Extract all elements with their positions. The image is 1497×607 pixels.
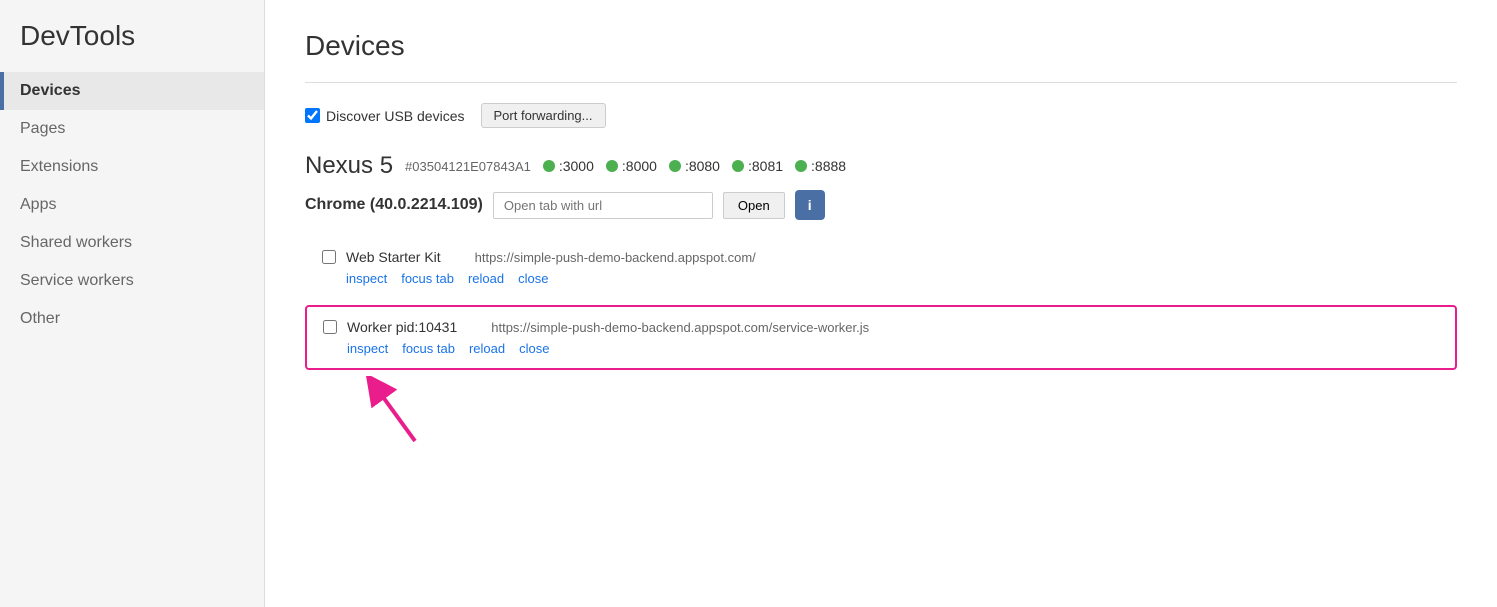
- arrow-icon: [365, 376, 445, 446]
- device-id: #03504121E07843A1: [405, 159, 531, 174]
- tab-url-inline: https://simple-push-demo-backend.appspot…: [475, 250, 756, 265]
- green-dot-icon: [669, 160, 681, 172]
- inspect-link-1[interactable]: inspect: [346, 271, 387, 286]
- tab-checkbox-2[interactable]: [323, 320, 337, 334]
- tab-title: Web Starter Kit: [346, 249, 441, 265]
- sidebar-item-extensions[interactable]: Extensions: [0, 148, 264, 186]
- port-8080: :8080: [669, 158, 720, 174]
- url-input[interactable]: [493, 192, 713, 219]
- sidebar-item-devices[interactable]: Devices: [0, 72, 264, 110]
- sidebar-item-apps[interactable]: Apps: [0, 186, 264, 224]
- main-content: Devices Discover USB devices Port forwar…: [265, 0, 1497, 607]
- page-title: Devices: [305, 30, 1457, 62]
- port-3000: :3000: [543, 158, 594, 174]
- sidebar-item-label: Other: [20, 310, 60, 327]
- green-dot-icon: [543, 160, 555, 172]
- tab-title-2: Worker pid:10431: [347, 319, 457, 335]
- close-link-1[interactable]: close: [518, 271, 548, 286]
- tab-url-2: https://simple-push-demo-backend.appspot…: [491, 320, 869, 335]
- sidebar-item-label: Pages: [20, 120, 65, 137]
- focus-tab-link-2[interactable]: focus tab: [402, 341, 455, 356]
- port-label: :3000: [559, 158, 594, 174]
- green-dot-icon: [795, 160, 807, 172]
- sidebar-item-label: Shared workers: [20, 234, 132, 251]
- reload-link-1[interactable]: reload: [468, 271, 504, 286]
- port-label: :8080: [685, 158, 720, 174]
- tab-actions-2: inspect focus tab reload close: [347, 341, 1439, 356]
- sidebar-item-shared-workers[interactable]: Shared workers: [0, 224, 264, 262]
- divider: [305, 82, 1457, 83]
- discover-usb-label[interactable]: Discover USB devices: [305, 108, 465, 124]
- green-dot-icon: [732, 160, 744, 172]
- tab-item-web-starter-kit: Web Starter Kit https://simple-push-demo…: [305, 236, 1457, 299]
- port-8888: :8888: [795, 158, 846, 174]
- focus-tab-link-1[interactable]: focus tab: [401, 271, 454, 286]
- sidebar-item-other[interactable]: Other: [0, 300, 264, 338]
- sidebar-item-label: Apps: [20, 196, 56, 213]
- tab-item-worker-pid: Worker pid:10431 https://simple-push-dem…: [305, 305, 1457, 370]
- sidebar: DevTools Devices Pages Extensions Apps S…: [0, 0, 265, 607]
- tab-checkbox[interactable]: [322, 250, 336, 264]
- sidebar-item-label: Extensions: [20, 158, 98, 175]
- device-header: Nexus 5 #03504121E07843A1 :3000 :8000 :8…: [305, 152, 1457, 180]
- sidebar-item-pages[interactable]: Pages: [0, 110, 264, 148]
- discover-usb-checkbox[interactable]: [305, 108, 320, 123]
- chrome-label: Chrome (40.0.2214.109): [305, 196, 483, 214]
- green-dot-icon: [606, 160, 618, 172]
- discover-usb-text: Discover USB devices: [326, 108, 465, 124]
- tab-header: Worker pid:10431 https://simple-push-dem…: [323, 319, 1439, 335]
- sidebar-item-label: Service workers: [20, 272, 134, 289]
- reload-link-2[interactable]: reload: [469, 341, 505, 356]
- sidebar-item-service-workers[interactable]: Service workers: [0, 262, 264, 300]
- tab-header: Web Starter Kit https://simple-push-demo…: [322, 249, 1440, 265]
- sidebar-item-label: Devices: [20, 82, 81, 99]
- discover-usb-row: Discover USB devices Port forwarding...: [305, 103, 1457, 128]
- app-title: DevTools: [0, 20, 264, 72]
- port-label: :8000: [622, 158, 657, 174]
- chrome-row: Chrome (40.0.2214.109) Open i: [305, 190, 1457, 220]
- tab-actions: inspect focus tab reload close: [346, 271, 1440, 286]
- port-8081: :8081: [732, 158, 783, 174]
- port-forwarding-button[interactable]: Port forwarding...: [481, 103, 606, 128]
- device-name: Nexus 5: [305, 152, 393, 180]
- close-link-2[interactable]: close: [519, 341, 549, 356]
- port-8000: :8000: [606, 158, 657, 174]
- port-label: :8081: [748, 158, 783, 174]
- info-button[interactable]: i: [795, 190, 825, 220]
- inspect-link-2[interactable]: inspect: [347, 341, 388, 356]
- open-tab-button[interactable]: Open: [723, 192, 785, 219]
- port-label: :8888: [811, 158, 846, 174]
